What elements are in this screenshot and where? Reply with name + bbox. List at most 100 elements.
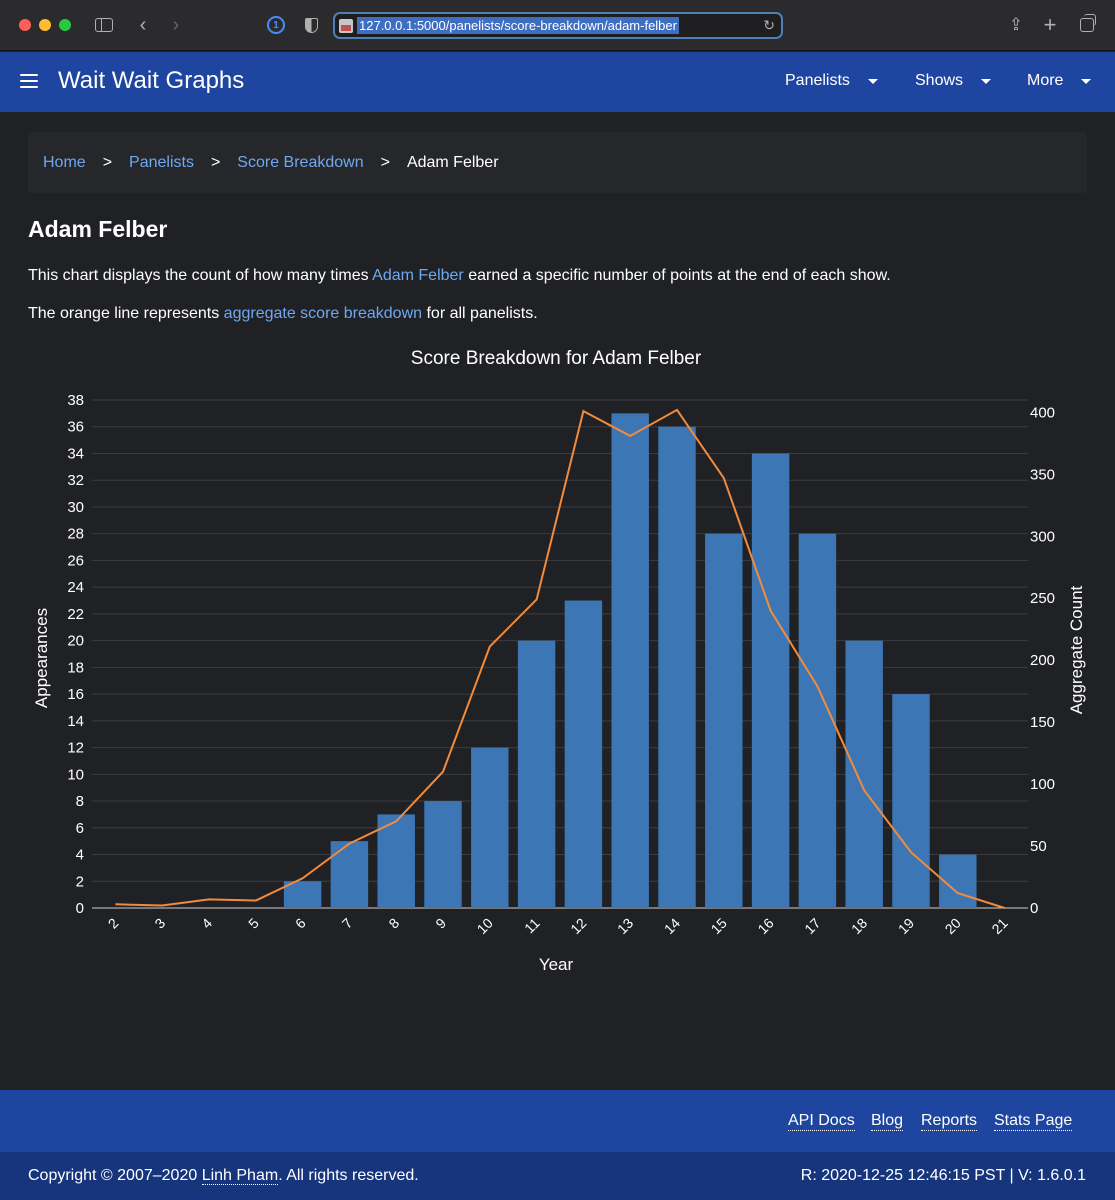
caret-down-icon xyxy=(867,78,878,84)
y-tick-label: 0 xyxy=(76,900,84,917)
x-tick-label: 2 xyxy=(105,915,122,932)
x-tick-label: 12 xyxy=(567,915,589,937)
menu-shows[interactable]: Shows xyxy=(915,72,992,90)
footer-link-reports[interactable]: Reports xyxy=(921,1112,978,1131)
bar xyxy=(330,841,369,908)
shield-icon[interactable] xyxy=(302,14,320,36)
x-tick-label: 16 xyxy=(754,915,776,937)
bar xyxy=(517,640,556,908)
x-tick-label: 4 xyxy=(198,915,215,932)
y2-tick-label: 400 xyxy=(1030,404,1055,421)
url-text[interactable]: 127.0.0.1:5000/panelists/score-breakdown… xyxy=(357,17,679,34)
copyright-pre: Copyright © 2007–2020 xyxy=(28,1167,202,1184)
breadcrumb-current: Adam Felber xyxy=(406,153,499,171)
favicon-icon xyxy=(339,18,353,33)
bar xyxy=(611,413,649,908)
y-tick-label: 26 xyxy=(67,552,84,569)
footer-link-api-docs[interactable]: API Docs xyxy=(788,1112,855,1131)
y-tick-label: 2 xyxy=(76,873,84,890)
address-bar[interactable]: 127.0.0.1:5000/panelists/score-breakdown… xyxy=(333,12,783,39)
share-icon[interactable]: ⇪ xyxy=(1007,14,1025,36)
chart-svg: 0246810121416182022242628303234363805010… xyxy=(32,348,1086,974)
y-tick-label: 34 xyxy=(67,445,84,462)
y2-tick-label: 100 xyxy=(1030,776,1055,793)
sidebar-toggle-icon[interactable] xyxy=(94,14,114,36)
bar xyxy=(564,600,603,908)
y-tick-label: 4 xyxy=(76,847,84,864)
caret-down-icon xyxy=(981,78,992,84)
bar xyxy=(705,533,743,908)
breadcrumb-panelists[interactable]: Panelists xyxy=(129,154,194,172)
breadcrumb-score-breakdown[interactable]: Score Breakdown xyxy=(237,154,363,172)
x-tick-label: 13 xyxy=(614,915,636,937)
y2-axis-label: Aggregate Count xyxy=(1067,585,1086,714)
y-tick-label: 18 xyxy=(67,659,84,676)
x-tick-label: 17 xyxy=(801,915,823,937)
x-tick-label: 18 xyxy=(848,915,870,937)
score-breakdown-chart: 0 2 4 6 8 10 12 14 16 18 20 22 24 26 28 30 32 34 36 38 0 50 10… xyxy=(20,338,1100,988)
x-axis-label: Year xyxy=(539,955,574,974)
x-tick-label: 21 xyxy=(988,915,1010,937)
bar xyxy=(424,801,462,908)
y-tick-label: 10 xyxy=(67,766,84,783)
new-tab-icon[interactable]: + xyxy=(1041,12,1059,37)
desc1-post: earned a specific number of points at th… xyxy=(463,267,891,284)
hamburger-menu-icon[interactable] xyxy=(20,74,38,88)
author-link[interactable]: Linh Pham xyxy=(201,1167,279,1185)
maximize-window-button[interactable] xyxy=(59,19,71,31)
menu-panelists-label: Panelists xyxy=(785,72,850,89)
copyright: Copyright © 2007–2020 Linh Pham. All rig… xyxy=(28,1167,419,1185)
y2-tick-label: 0 xyxy=(1030,900,1038,917)
menu-more[interactable]: More xyxy=(1027,72,1092,90)
y-tick-label: 12 xyxy=(67,740,84,757)
bar xyxy=(892,694,930,908)
y2-tick-label: 350 xyxy=(1030,466,1055,483)
desc1-pre: This chart displays the count of how man… xyxy=(28,267,373,284)
password-manager-icon[interactable]: 1 xyxy=(266,14,286,36)
x-tick-label: 9 xyxy=(432,915,449,932)
breadcrumb-home[interactable]: Home xyxy=(43,154,86,172)
browser-toolbar: ‹ › 1 127.0.0.1:5000/panelists/score-bre… xyxy=(0,0,1115,51)
x-tick-label: 20 xyxy=(942,915,964,937)
panelist-link[interactable]: Adam Felber xyxy=(372,267,464,284)
site-brand[interactable]: Wait Wait Graphs xyxy=(58,67,244,95)
back-arrow-icon[interactable]: ‹ xyxy=(136,14,150,36)
bar xyxy=(751,453,790,908)
x-tick-label: 8 xyxy=(385,915,402,932)
footer-link-blog[interactable]: Blog xyxy=(871,1112,904,1131)
bar xyxy=(798,533,837,908)
footer-link-stats-page[interactable]: Stats Page xyxy=(994,1112,1073,1131)
menu-panelists[interactable]: Panelists xyxy=(785,72,878,90)
bar xyxy=(658,426,696,908)
x-tick-label: 7 xyxy=(339,915,356,932)
breadcrumb: Home > Panelists > Score Breakdown > Ada… xyxy=(28,132,1087,193)
forward-arrow-icon[interactable]: › xyxy=(169,14,183,36)
caret-down-icon xyxy=(1081,78,1092,84)
y-tick-label: 36 xyxy=(67,419,84,436)
tab-overview-icon[interactable] xyxy=(1077,14,1097,36)
x-tick-label: 19 xyxy=(895,915,917,937)
x-tick-label: 11 xyxy=(521,915,543,937)
x-tick-label: 15 xyxy=(708,915,730,937)
desc2-pre: The orange line represents xyxy=(28,305,224,322)
menu-more-label: More xyxy=(1027,72,1064,89)
x-tick-label: 5 xyxy=(245,915,262,932)
version-info: R: 2020-12-25 12:46:15 PST | V: 1.6.0.1 xyxy=(800,1167,1086,1184)
close-window-button[interactable] xyxy=(19,19,31,31)
breadcrumb-separator: > xyxy=(210,153,221,171)
top-navbar: Wait Wait Graphs Panelists Shows More xyxy=(0,52,1115,112)
reload-icon[interactable]: ↻ xyxy=(763,17,775,34)
y2-tick-label: 150 xyxy=(1030,714,1055,731)
y2-tick-label: 50 xyxy=(1030,838,1047,855)
x-tick-label: 10 xyxy=(474,915,496,937)
bar xyxy=(845,640,883,908)
y-tick-label: 6 xyxy=(76,820,84,837)
y-tick-label: 16 xyxy=(67,686,84,703)
breadcrumb-separator: > xyxy=(102,153,113,171)
x-tick-label: 14 xyxy=(661,915,683,937)
x-tick-label: 3 xyxy=(151,915,168,932)
aggregate-breakdown-link[interactable]: aggregate score breakdown xyxy=(224,305,422,322)
y-tick-label: 20 xyxy=(67,633,84,650)
minimize-window-button[interactable] xyxy=(39,19,51,31)
footer-bottom: Copyright © 2007–2020 Linh Pham. All rig… xyxy=(0,1152,1115,1200)
